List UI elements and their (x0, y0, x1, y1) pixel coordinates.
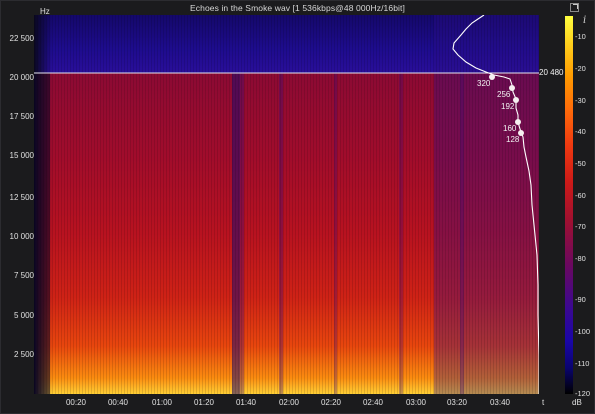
bitrate-label: 256 (497, 90, 511, 99)
colorbar-tick-label: -20 (575, 64, 586, 73)
x-tick-label: 01:00 (151, 398, 173, 407)
colorbar-tick-label: -30 (575, 96, 586, 105)
x-tick-label: 03:20 (446, 398, 468, 407)
y-tick-label: 10 000 (9, 232, 34, 241)
spectrogram-plot[interactable] (34, 15, 539, 394)
window-title: Echoes in the Smoke wav [1 536kbps@48 00… (190, 3, 405, 13)
colorbar-tick-label: -100 (575, 327, 591, 336)
y-tick-label: 5 000 (13, 311, 34, 320)
info-icon[interactable]: i (583, 15, 586, 26)
x-tick-label: 00:20 (65, 398, 87, 407)
x-tick-label: 01:20 (193, 398, 215, 407)
colorbar-unit: dB (572, 398, 582, 407)
x-tick-label: 02:20 (320, 398, 342, 407)
bitrate-label: 128 (506, 135, 520, 144)
bitrate-label: 160 (503, 124, 517, 133)
colorbar-tick-label: -40 (575, 127, 586, 136)
y-tick-label: 17 500 (9, 112, 34, 121)
x-tick-label: 02:00 (278, 398, 300, 407)
colorbar-tick-label: -110 (575, 359, 590, 368)
colorbar-tick-label: -50 (575, 159, 586, 168)
y-tick-label: 12 500 (9, 193, 34, 202)
bitrate-label: 320 (477, 79, 491, 88)
x-tick-label: 00:40 (107, 398, 129, 407)
bitrate-label: 192 (501, 102, 515, 111)
x-tick-label: 02:40 (362, 398, 384, 407)
x-tick-label: 01:40 (235, 398, 257, 407)
colorbar-tick-label: -60 (575, 191, 586, 200)
y-tick-label: 7 500 (13, 271, 34, 280)
y-tick-label: 22 500 (9, 34, 34, 43)
colorbar-tick-label: -80 (575, 254, 586, 263)
colorbar-tick-label: -70 (575, 222, 586, 231)
colorbar-tick-label: -120 (575, 389, 591, 398)
y-tick-label: 15 000 (9, 151, 34, 160)
x-tick-label: 03:40 (489, 398, 511, 407)
colorbar (565, 16, 573, 394)
y-tick-label: 2 500 (13, 350, 34, 359)
y-tick-label: 20 000 (9, 73, 34, 82)
cutoff-frequency-label: 20 480 (539, 68, 564, 77)
x-axis-unit: t (542, 398, 545, 407)
x-tick-label: 03:00 (405, 398, 427, 407)
expand-icon[interactable] (570, 3, 579, 12)
colorbar-tick-label: -90 (575, 295, 586, 304)
colorbar-tick-label: -10 (575, 32, 586, 41)
